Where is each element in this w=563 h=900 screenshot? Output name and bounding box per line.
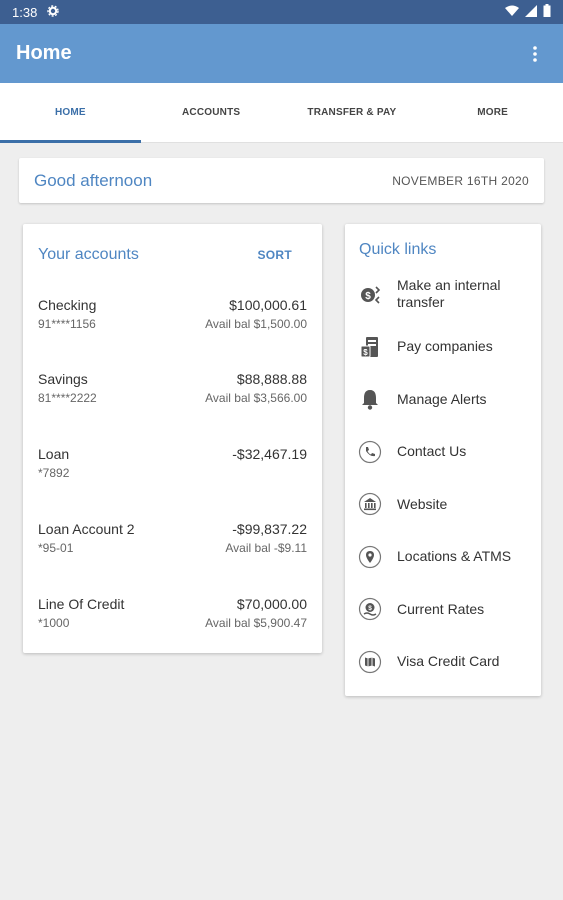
account-balance: $70,000.00 bbox=[236, 596, 307, 612]
account-name: Loan bbox=[38, 446, 70, 462]
tab-more[interactable]: MORE bbox=[422, 83, 563, 142]
overflow-menu-icon[interactable] bbox=[523, 42, 547, 66]
wifi-icon bbox=[505, 5, 519, 20]
quick-link-visa-credit-card[interactable]: Visa Credit Card bbox=[345, 636, 541, 689]
account-available: Avail bal $5,900.47 bbox=[205, 616, 307, 630]
quick-link-label: Contact Us bbox=[397, 443, 467, 460]
account-balance: -$32,467.19 bbox=[232, 446, 307, 462]
quick-link-pay-companies[interactable]: $ Pay companies bbox=[345, 321, 541, 374]
accounts-title: Your accounts bbox=[38, 245, 139, 263]
battery-icon bbox=[543, 4, 551, 20]
location-icon bbox=[357, 544, 383, 570]
card-icon bbox=[357, 649, 383, 675]
account-name: Line Of Credit bbox=[38, 596, 125, 612]
greeting-date: NOVEMBER 16TH 2020 bbox=[392, 173, 529, 188]
quick-link-locations-atms[interactable]: Locations & ATMS bbox=[345, 531, 541, 584]
signal-icon bbox=[525, 4, 537, 20]
tab-accounts[interactable]: ACCOUNTS bbox=[141, 83, 282, 142]
settings-gear-icon bbox=[47, 4, 60, 20]
quick-link-current-rates[interactable]: $ Current Rates bbox=[345, 583, 541, 636]
phone-icon bbox=[357, 439, 383, 465]
account-row-loan[interactable]: Loan *7892 -$32,467.19 bbox=[38, 418, 307, 493]
quick-link-label: Website bbox=[397, 495, 448, 512]
account-row-line-of-credit[interactable]: Line Of Credit *1000 $70,000.00 Avail bal … bbox=[38, 568, 307, 643]
quick-link-label: Visa Credit Card bbox=[397, 653, 500, 670]
account-number: *7892 bbox=[38, 466, 70, 480]
quick-link-website[interactable]: Website bbox=[345, 478, 541, 531]
account-available: Avail bal $1,500.00 bbox=[205, 317, 307, 331]
sort-button[interactable]: SORT bbox=[257, 248, 292, 262]
account-name: Checking bbox=[38, 297, 97, 313]
transfer-icon: $ bbox=[357, 281, 383, 307]
account-name: Loan Account 2 bbox=[38, 521, 135, 537]
account-number: 91****1156 bbox=[38, 317, 96, 331]
svg-text:$: $ bbox=[368, 605, 372, 612]
status-time: 1:38 bbox=[12, 4, 38, 20]
account-balance: $100,000.61 bbox=[229, 297, 307, 313]
quick-link-label: Manage Alerts bbox=[397, 390, 487, 407]
quick-link-label: Current Rates bbox=[397, 600, 485, 617]
greeting-text: Good afternoon bbox=[34, 170, 153, 190]
account-balance: $88,888.88 bbox=[236, 371, 307, 387]
quick-link-label: Locations & ATMS bbox=[397, 548, 512, 565]
bank-icon bbox=[357, 491, 383, 517]
account-number: *1000 bbox=[38, 616, 70, 630]
quick-link-manage-alerts[interactable]: Manage Alerts bbox=[345, 373, 541, 426]
account-available: Avail bal -$9.11 bbox=[225, 541, 307, 555]
bell-icon bbox=[357, 386, 383, 412]
page-title: Home bbox=[16, 42, 72, 64]
tab-home[interactable]: HOME bbox=[0, 83, 141, 143]
tab-bar: HOME ACCOUNTS TRANSFER & PAY MORE bbox=[0, 83, 563, 143]
greeting-card: Good afternoon NOVEMBER 16TH 2020 bbox=[19, 158, 544, 203]
tab-transfer-pay[interactable]: TRANSFER & PAY bbox=[282, 83, 423, 142]
account-row-loan-account-2[interactable]: Loan Account 2 *95-01 -$99,837.22 Avail ba… bbox=[38, 493, 307, 568]
quick-link-label: Make an internal transfer bbox=[397, 277, 501, 311]
quick-links-card: Quick links $ Make an internal transfer … bbox=[345, 224, 541, 696]
account-name: Savings bbox=[38, 371, 88, 387]
svg-text:$: $ bbox=[363, 348, 368, 357]
bill-icon: $ bbox=[357, 334, 383, 360]
account-available: Avail bal $3,566.00 bbox=[205, 391, 307, 405]
quick-link-label: Pay companies bbox=[397, 338, 493, 355]
quick-link-contact-us[interactable]: Contact Us bbox=[345, 426, 541, 479]
app-bar: Home bbox=[0, 24, 563, 83]
accounts-card: Your accounts SORT Checking 91****1156 $1… bbox=[23, 224, 322, 653]
account-number: *95-01 bbox=[38, 541, 74, 555]
status-bar: 1:38 bbox=[0, 0, 563, 24]
account-balance: -$99,837.22 bbox=[232, 521, 307, 537]
account-number: 81****2222 bbox=[38, 391, 97, 405]
svg-text:$: $ bbox=[365, 291, 371, 302]
quick-links-title: Quick links bbox=[359, 241, 437, 258]
account-row-savings[interactable]: Savings 81****2222 $88,888.88 Avail bal $3… bbox=[38, 343, 307, 418]
quick-link-internal-transfer[interactable]: $ Make an internal transfer bbox=[345, 268, 541, 321]
rates-icon: $ bbox=[357, 596, 383, 622]
account-row-checking[interactable]: Checking 91****1156 $100,000.61 Avail bal … bbox=[38, 268, 307, 343]
